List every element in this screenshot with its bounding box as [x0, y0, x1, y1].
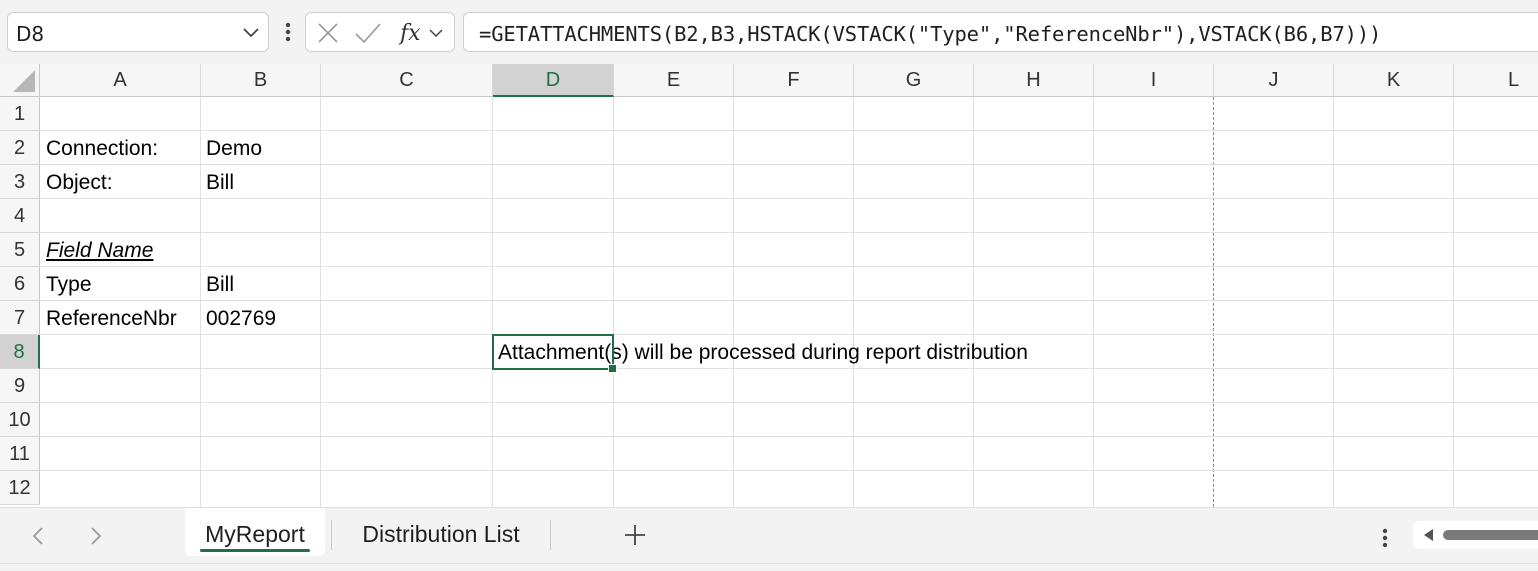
gridline: [40, 198, 1538, 199]
gridline: [40, 232, 1538, 233]
row-header-8[interactable]: 8: [0, 335, 40, 369]
row-header-4[interactable]: 4: [0, 199, 40, 233]
horizontal-scrollbar[interactable]: [1413, 521, 1538, 549]
column-header-i[interactable]: I: [1094, 64, 1214, 97]
column-header-g[interactable]: G: [854, 64, 974, 97]
column-header-a[interactable]: A: [40, 64, 201, 97]
formula-input[interactable]: =GETATTACHMENTS(B2,B3,HSTACK(VSTACK("Typ…: [463, 12, 1538, 52]
active-tab-underline: [200, 549, 310, 552]
row-header-12[interactable]: 12: [0, 471, 40, 505]
gridline: [853, 97, 854, 507]
status-bar: [0, 563, 1538, 571]
active-cell-border: [492, 334, 614, 370]
cell-a5[interactable]: Field Name: [46, 234, 153, 268]
tab-separator: [331, 520, 332, 550]
cell-a3[interactable]: Object:: [46, 166, 113, 200]
select-all-button[interactable]: [0, 64, 40, 97]
select-all-icon: [13, 70, 35, 92]
more-options-icon[interactable]: [1377, 526, 1393, 550]
row-header-7[interactable]: 7: [0, 301, 40, 335]
column-header-d[interactable]: D: [493, 64, 614, 97]
cell-a2[interactable]: Connection:: [46, 132, 158, 166]
row-header-5[interactable]: 5: [0, 233, 40, 267]
row-header-10[interactable]: 10: [0, 403, 40, 437]
chevron-down-icon[interactable]: [242, 25, 260, 41]
enter-checkmark-icon[interactable]: [354, 21, 382, 45]
row-header-2[interactable]: 2: [0, 131, 40, 165]
cell-b7[interactable]: 002769: [206, 302, 276, 336]
column-header-c[interactable]: C: [321, 64, 493, 97]
sheet-tab-bar: MyReport Distribution List: [0, 507, 1538, 563]
column-header-f[interactable]: F: [734, 64, 854, 97]
formula-text: =GETATTACHMENTS(B2,B3,HSTACK(VSTACK("Typ…: [479, 22, 1382, 46]
row-header-6[interactable]: 6: [0, 267, 40, 301]
formula-actions: fx: [305, 12, 455, 52]
sheet-tab-distribution-list[interactable]: Distribution List: [340, 508, 542, 556]
gridline: [200, 97, 201, 507]
gridline: [1333, 97, 1334, 507]
column-header-b[interactable]: B: [201, 64, 321, 97]
tab-separator: [550, 520, 551, 550]
column-header-h[interactable]: H: [974, 64, 1094, 97]
page-break-line: [1213, 97, 1214, 507]
cell-b2[interactable]: Demo: [206, 132, 262, 166]
column-header-j[interactable]: J: [1214, 64, 1334, 97]
gridline: [40, 130, 1538, 131]
sheet-tab-label: Distribution List: [362, 521, 520, 547]
gridline: [492, 97, 493, 507]
gridline: [40, 300, 1538, 301]
column-header-l[interactable]: L: [1454, 64, 1538, 97]
sheet-tab-label: MyReport: [205, 521, 305, 547]
row-header-9[interactable]: 9: [0, 369, 40, 403]
gridline: [1093, 97, 1094, 507]
cancel-icon[interactable]: [316, 21, 340, 45]
formula-bar: D8 fx =GETATTACHMENTS(B2,B3,HSTACK(VSTAC…: [0, 0, 1538, 64]
cell-a6[interactable]: Type: [46, 268, 92, 302]
spreadsheet-grid[interactable]: A B C D E F G H I J K L 1 2 3 4 5 6 7 8 …: [0, 64, 1538, 507]
sheet-tab-myreport[interactable]: MyReport: [185, 508, 325, 556]
chevron-right-icon[interactable]: [83, 524, 107, 548]
scrollbar-thumb[interactable]: [1443, 530, 1538, 540]
row-header-1[interactable]: 1: [0, 97, 40, 131]
gridline: [40, 436, 1538, 437]
gridline: [40, 164, 1538, 165]
cell-a7[interactable]: ReferenceNbr: [46, 302, 177, 336]
name-box-value: D8: [16, 22, 45, 46]
gridline: [40, 266, 1538, 267]
insert-function-icon[interactable]: fx: [398, 21, 448, 45]
gridline: [40, 402, 1538, 403]
fill-handle[interactable]: [608, 364, 617, 373]
column-header-k[interactable]: K: [1334, 64, 1454, 97]
gridline: [1453, 97, 1454, 507]
more-options-icon[interactable]: [280, 20, 296, 44]
cell-b6[interactable]: Bill: [206, 268, 234, 302]
gridline: [40, 470, 1538, 471]
gridline: [320, 97, 321, 507]
name-box[interactable]: D8: [7, 12, 269, 52]
chevron-left-icon[interactable]: [27, 524, 51, 548]
row-header-3[interactable]: 3: [0, 165, 40, 199]
column-header-e[interactable]: E: [614, 64, 734, 97]
svg-text:fx: fx: [398, 21, 421, 45]
add-sheet-icon[interactable]: [622, 522, 648, 548]
gridline: [613, 97, 614, 507]
gridline: [973, 97, 974, 507]
cell-b3[interactable]: Bill: [206, 166, 234, 200]
scroll-left-arrow-icon[interactable]: [1422, 528, 1436, 542]
row-header-11[interactable]: 11: [0, 437, 40, 471]
gridline: [733, 97, 734, 507]
